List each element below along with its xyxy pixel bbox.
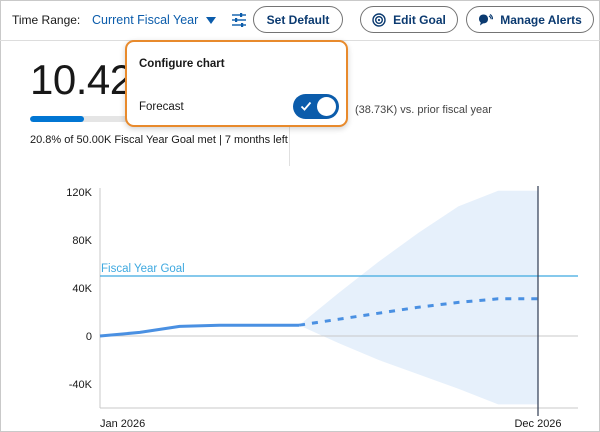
configure-chart-popover: Configure chart Forecast <box>125 40 348 127</box>
toolbar: Time Range: Current Fiscal Year Set Defa… <box>0 0 600 40</box>
set-default-label: Set Default <box>266 12 330 27</box>
x-tick-label: Jan 2026 <box>100 418 145 430</box>
target-icon <box>372 12 386 27</box>
y-tick-label: -40K <box>69 379 93 391</box>
alert-bubble-icon <box>479 13 494 25</box>
manage-alerts-button[interactable]: Manage Alerts <box>466 6 594 33</box>
goal-progress-fill <box>30 116 85 122</box>
y-tick-label: 120K <box>66 187 92 199</box>
goal-progress-note: 20.8% of 50.00K Fiscal Year Goal met | 7… <box>30 134 288 146</box>
prior-year-comparison: (38.73K) vs. prior fiscal year <box>355 104 492 116</box>
check-icon <box>300 101 312 111</box>
forecast-toggle[interactable] <box>293 94 339 119</box>
popover-title: Configure chart <box>139 58 225 70</box>
goal-forecast-chart: 120K 80K 40K 0 -40K Fiscal Year Goal Jan 2026 D… <box>66 186 578 430</box>
sliders-icon[interactable] <box>230 11 248 29</box>
set-default-button[interactable]: Set Default <box>253 6 343 33</box>
forecast-band <box>299 190 538 405</box>
y-tick-label: 40K <box>72 283 92 295</box>
manage-alerts-label: Manage Alerts <box>500 12 582 27</box>
metric-value: 10.42 <box>30 56 133 103</box>
y-tick-label: 80K <box>72 235 92 247</box>
y-tick-label: 0 <box>86 331 92 343</box>
caret-down-icon <box>206 16 217 24</box>
time-range-select[interactable]: Current Fiscal Year <box>92 10 217 30</box>
actual-series-line <box>99 323 300 338</box>
goal-line-label: Fiscal Year Goal <box>101 263 185 275</box>
edit-goal-button[interactable]: Edit Goal <box>360 6 458 33</box>
time-range-label: Time Range: <box>12 13 81 27</box>
x-tick-label: Dec 2026 <box>514 418 561 430</box>
toggle-knob <box>317 97 336 116</box>
forecast-label: Forecast <box>139 101 184 113</box>
time-range-value: Current Fiscal Year <box>92 13 199 27</box>
edit-goal-label: Edit Goal <box>393 12 446 27</box>
